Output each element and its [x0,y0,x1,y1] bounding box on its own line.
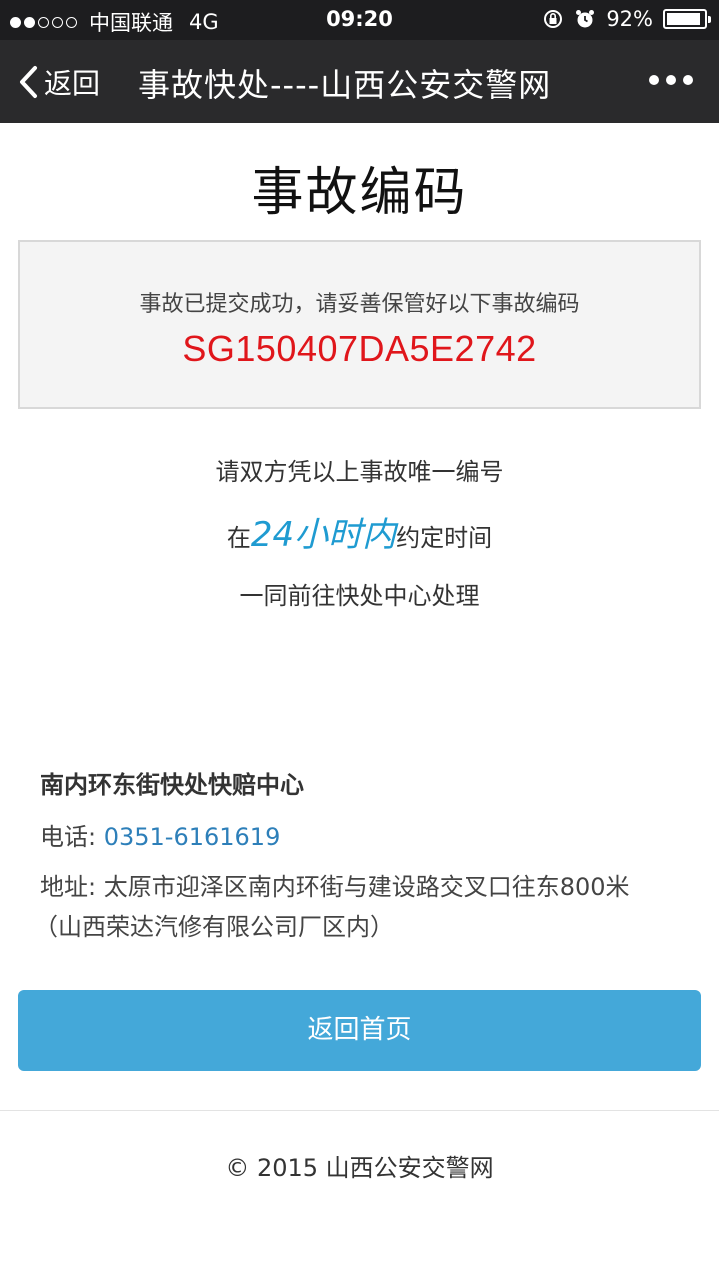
center-name: 南内环东街快处快赔中心 [40,771,304,799]
instruction-line-1: 请双方凭以上事故唯一编号 [215,458,504,486]
battery-icon [663,9,711,29]
instruction-prefix: 在 [226,524,251,552]
address-text: 太原市迎泽区南内环街与建设路交叉口往东800米 [103,873,630,901]
instruction-line-3: 一同前往快处中心处理 [239,582,480,610]
page-title: 事故编码 [251,163,468,223]
phone-label: 电话: [40,823,104,851]
alarm-clock-icon [576,10,595,28]
status-right: 92% [542,7,711,31]
orientation-lock-icon [544,10,563,28]
address-note: （山西荣达汽修有限公司厂区内） [34,913,394,941]
accident-code-panel: 事故已提交成功，请妥善保管好以下事故编码 SG150407DA5E2742 [18,240,701,409]
instructions: 请双方凭以上事故唯一编号 在24小时内约定时间 一同前往快处中心处理 [0,455,719,613]
home-button[interactable]: 返回首页 [18,990,701,1071]
accident-code: SG150407DA5E2742 [182,328,537,369]
nav-bar: 返回 事故快处----山西公安交警网 [0,40,719,123]
copyright-footer: © 2015 山西公安交警网 [225,1154,494,1182]
center-phone-row: 电话: 0351-6161619 [40,820,700,854]
phone-link[interactable]: 0351-6161619 [104,823,281,851]
address-label: 地址: [40,873,104,901]
battery-fill [667,13,700,25]
time-limit-highlight: 24小时内 [250,515,397,555]
back-label: 返回 [44,67,101,100]
service-center-info: 南内环东街快处快赔中心 电话: 0351-6161619 地址: 太原市迎泽区南… [34,765,700,944]
instruction-line-2: 在24小时内约定时间 [0,515,719,555]
instruction-suffix: 约定时间 [396,524,493,552]
status-bar: 中国联通 4G 09:20 92% [0,0,719,40]
center-address-row: 地址: 太原市迎泽区南内环街与建设路交叉口往东800米 [40,870,700,904]
battery-percent: 92% [606,7,653,31]
page-title-bar: 事故快处----山西公安交警网 [138,66,552,104]
divider [0,1110,719,1111]
chevron-left-icon [20,66,37,98]
more-menu-icon[interactable] [649,75,693,85]
back-button[interactable]: 返回 [18,62,100,102]
submit-success-message: 事故已提交成功，请妥善保管好以下事故编码 [139,292,580,317]
